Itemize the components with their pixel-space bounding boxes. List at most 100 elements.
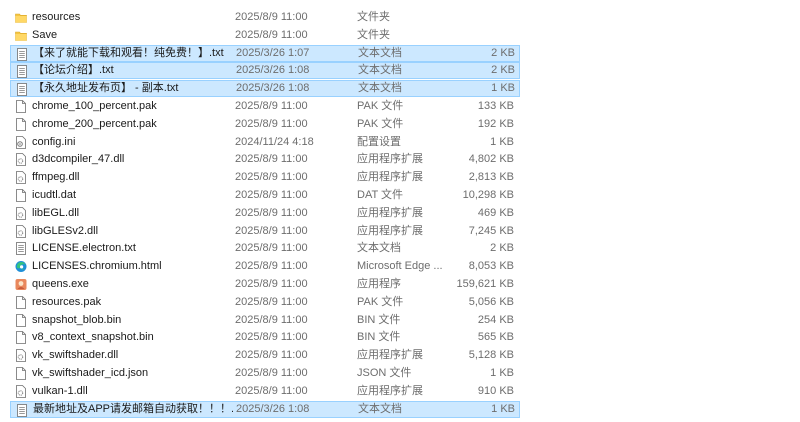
file-row[interactable]: queens.exe 2025/8/9 11:00 应用程序 159,621 KB bbox=[10, 276, 520, 293]
file-size: 2 KB bbox=[491, 64, 515, 77]
file-date: 2025/8/9 11:00 bbox=[235, 117, 308, 130]
file-name: icudtl.dat bbox=[32, 189, 77, 201]
file-row[interactable]: LICENSE.electron.txt 2025/8/9 11:00 文本文档 2 … bbox=[10, 240, 520, 257]
file-type: 文本文档 bbox=[358, 64, 402, 77]
file-type: DAT 文件 bbox=[357, 189, 404, 201]
file-date: 2025/8/9 11:00 bbox=[235, 331, 308, 344]
file-name: resources.pak bbox=[32, 295, 102, 308]
file-row[interactable]: d3dcompiler_47.dll 2025/8/9 11:00 应用程序扩展 4,… bbox=[10, 151, 520, 168]
file-name: d3dcompiler_47.dll bbox=[32, 153, 125, 166]
file-type: 应用程序扩展 bbox=[357, 171, 423, 184]
file-name: Save bbox=[32, 28, 58, 41]
file-name: chrome_200_percent.pak bbox=[32, 117, 157, 130]
file-date: 2025/3/26 1:08 bbox=[236, 82, 310, 95]
file-name: libEGL.dll bbox=[32, 206, 80, 219]
file-name: 【永久地址发布页】 - 副本.txt bbox=[33, 82, 179, 95]
file-type: 应用程序扩展 bbox=[357, 206, 423, 219]
file-size: 133 KB bbox=[477, 100, 514, 112]
file-date: 2024/11/24 4:18 bbox=[235, 135, 314, 148]
file-size: 1 KB bbox=[490, 367, 514, 379]
file-size: 2 KB bbox=[491, 46, 515, 59]
file-name: 【论坛介绍】.txt bbox=[33, 64, 114, 77]
file-row[interactable]: vk_swiftshader.dll 2025/8/9 11:00 应用程序扩展 5,… bbox=[10, 347, 520, 364]
file-date: 2025/8/9 11:00 bbox=[235, 349, 308, 362]
file-size: 5,056 KB bbox=[468, 295, 514, 308]
file-row[interactable]: 【论坛介绍】.txt 2025/3/26 1:08 文本文档 2 KB bbox=[10, 62, 520, 80]
file-row[interactable]: 【来了就能下载和观看！纯免费！】.txt 2025/3/26 1:07 文本文档 2 … bbox=[10, 44, 520, 62]
file-size: 254 KB bbox=[477, 313, 514, 326]
file-icon bbox=[15, 117, 27, 131]
file-row[interactable]: icudtl.dat 2025/8/9 11:00 DAT 文件 10,298 KB bbox=[10, 187, 520, 204]
file-row[interactable]: chrome_200_percent.pak 2025/8/9 11:00 PAK … bbox=[10, 116, 520, 133]
exe-icon bbox=[15, 278, 27, 291]
file-size: 910 KB bbox=[477, 384, 514, 397]
file-name: 【来了就能下载和观看！纯免费！】.txt bbox=[33, 46, 224, 59]
file-row[interactable]: ffmpeg.dll 2025/8/9 11:00 应用程序扩展 2,813 KB bbox=[10, 169, 520, 186]
file-row[interactable]: vk_swiftshader_icd.json 2025/8/9 11:00 JSO… bbox=[10, 365, 520, 382]
file-type: 文件夹 bbox=[357, 11, 390, 23]
file-type: 文本文档 bbox=[358, 402, 402, 415]
file-name: v8_context_snapshot.bin bbox=[32, 331, 154, 344]
file-row[interactable]: resources.pak 2025/8/9 11:00 PAK 文件 5,056 K… bbox=[10, 294, 520, 311]
file-size: 565 KB bbox=[477, 331, 514, 344]
file-date: 2025/8/9 11:00 bbox=[235, 384, 308, 397]
file-size: 1 KB bbox=[491, 82, 515, 95]
file-name: config.ini bbox=[32, 135, 76, 148]
file-type: BIN 文件 bbox=[357, 313, 401, 326]
dll-icon bbox=[15, 224, 27, 238]
file-icon bbox=[15, 189, 27, 202]
file-type: BIN 文件 bbox=[357, 331, 401, 344]
file-name: snapshot_blob.bin bbox=[32, 313, 122, 326]
file-date: 2025/8/9 11:00 bbox=[235, 367, 308, 379]
file-name: queens.exe bbox=[32, 278, 89, 290]
file-name: 最新地址及APP请发邮箱自动获取！！！.... bbox=[33, 402, 233, 415]
file-row[interactable]: libEGL.dll 2025/8/9 11:00 应用程序扩展 469 KB bbox=[10, 205, 520, 222]
file-date: 2025/8/9 11:00 bbox=[235, 28, 308, 41]
file-type: 文本文档 bbox=[358, 46, 402, 59]
file-size: 8,053 KB bbox=[468, 260, 514, 273]
dll-icon bbox=[15, 349, 27, 363]
file-date: 2025/3/26 1:08 bbox=[236, 402, 310, 415]
file-row[interactable]: v8_context_snapshot.bin 2025/8/9 11:00 BIN… bbox=[10, 329, 520, 346]
file-icon bbox=[15, 313, 27, 327]
file-row[interactable]: config.ini 2024/11/24 4:18 配置设置 1 KB bbox=[10, 134, 520, 151]
file-name: vk_swiftshader.dll bbox=[32, 349, 119, 362]
file-icon bbox=[15, 295, 27, 309]
dll-icon bbox=[15, 171, 27, 185]
file-row[interactable]: 【永久地址发布页】 - 副本.txt 2025/3/26 1:08 文本文档 1 KB bbox=[10, 80, 520, 98]
file-row[interactable]: snapshot_blob.bin 2025/8/9 11:00 BIN 文件 254… bbox=[10, 312, 520, 329]
file-name: vulkan-1.dll bbox=[32, 384, 88, 397]
file-type: 应用程序 bbox=[357, 278, 401, 290]
file-type: 应用程序扩展 bbox=[357, 349, 423, 362]
file-row[interactable]: 最新地址及APP请发邮箱自动获取！！！.... 2025/3/26 1:08 文本文… bbox=[10, 400, 520, 418]
file-row[interactable]: libGLESv2.dll 2025/8/9 11:00 应用程序扩展 7,245 K… bbox=[10, 223, 520, 240]
file-size: 469 KB bbox=[477, 206, 514, 219]
dll-icon bbox=[15, 206, 27, 220]
file-type: 应用程序扩展 bbox=[357, 153, 423, 166]
file-name: LICENSES.chromium.html bbox=[32, 260, 162, 273]
file-size: 1 KB bbox=[490, 135, 514, 148]
file-date: 2025/8/9 11:00 bbox=[235, 224, 308, 237]
file-size: 2,813 KB bbox=[468, 171, 514, 184]
file-row[interactable]: vulkan-1.dll 2025/8/9 11:00 应用程序扩展 910 KB bbox=[10, 383, 520, 400]
file-type: Microsoft Edge ... bbox=[357, 260, 443, 273]
file-size: 7,245 KB bbox=[468, 224, 514, 237]
file-date: 2025/8/9 11:00 bbox=[235, 153, 308, 166]
file-name: libGLESv2.dll bbox=[32, 224, 99, 237]
file-row[interactable]: chrome_100_percent.pak 2025/8/9 11:00 PAK … bbox=[10, 98, 520, 115]
file-type: JSON 文件 bbox=[357, 367, 412, 379]
file-type: 文件夹 bbox=[357, 28, 390, 41]
file-date: 2025/8/9 11:00 bbox=[235, 295, 308, 308]
file-type: PAK 文件 bbox=[357, 117, 404, 130]
file-row[interactable]: LICENSES.chromium.html 2025/8/9 11:00 Micr… bbox=[10, 258, 520, 275]
file-date: 2025/8/9 11:00 bbox=[235, 260, 308, 273]
text-icon bbox=[15, 242, 27, 256]
file-row[interactable]: Save 2025/8/9 11:00 文件夹 bbox=[10, 27, 520, 44]
file-date: 2025/8/9 11:00 bbox=[235, 278, 308, 290]
text-icon bbox=[16, 65, 28, 79]
file-name: vk_swiftshader_icd.json bbox=[32, 367, 149, 379]
file-row[interactable]: resources 2025/8/9 11:00 文件夹 bbox=[10, 9, 520, 26]
file-type: PAK 文件 bbox=[357, 295, 404, 308]
file-size: 10,298 KB bbox=[462, 189, 514, 201]
folder-icon bbox=[15, 11, 27, 24]
